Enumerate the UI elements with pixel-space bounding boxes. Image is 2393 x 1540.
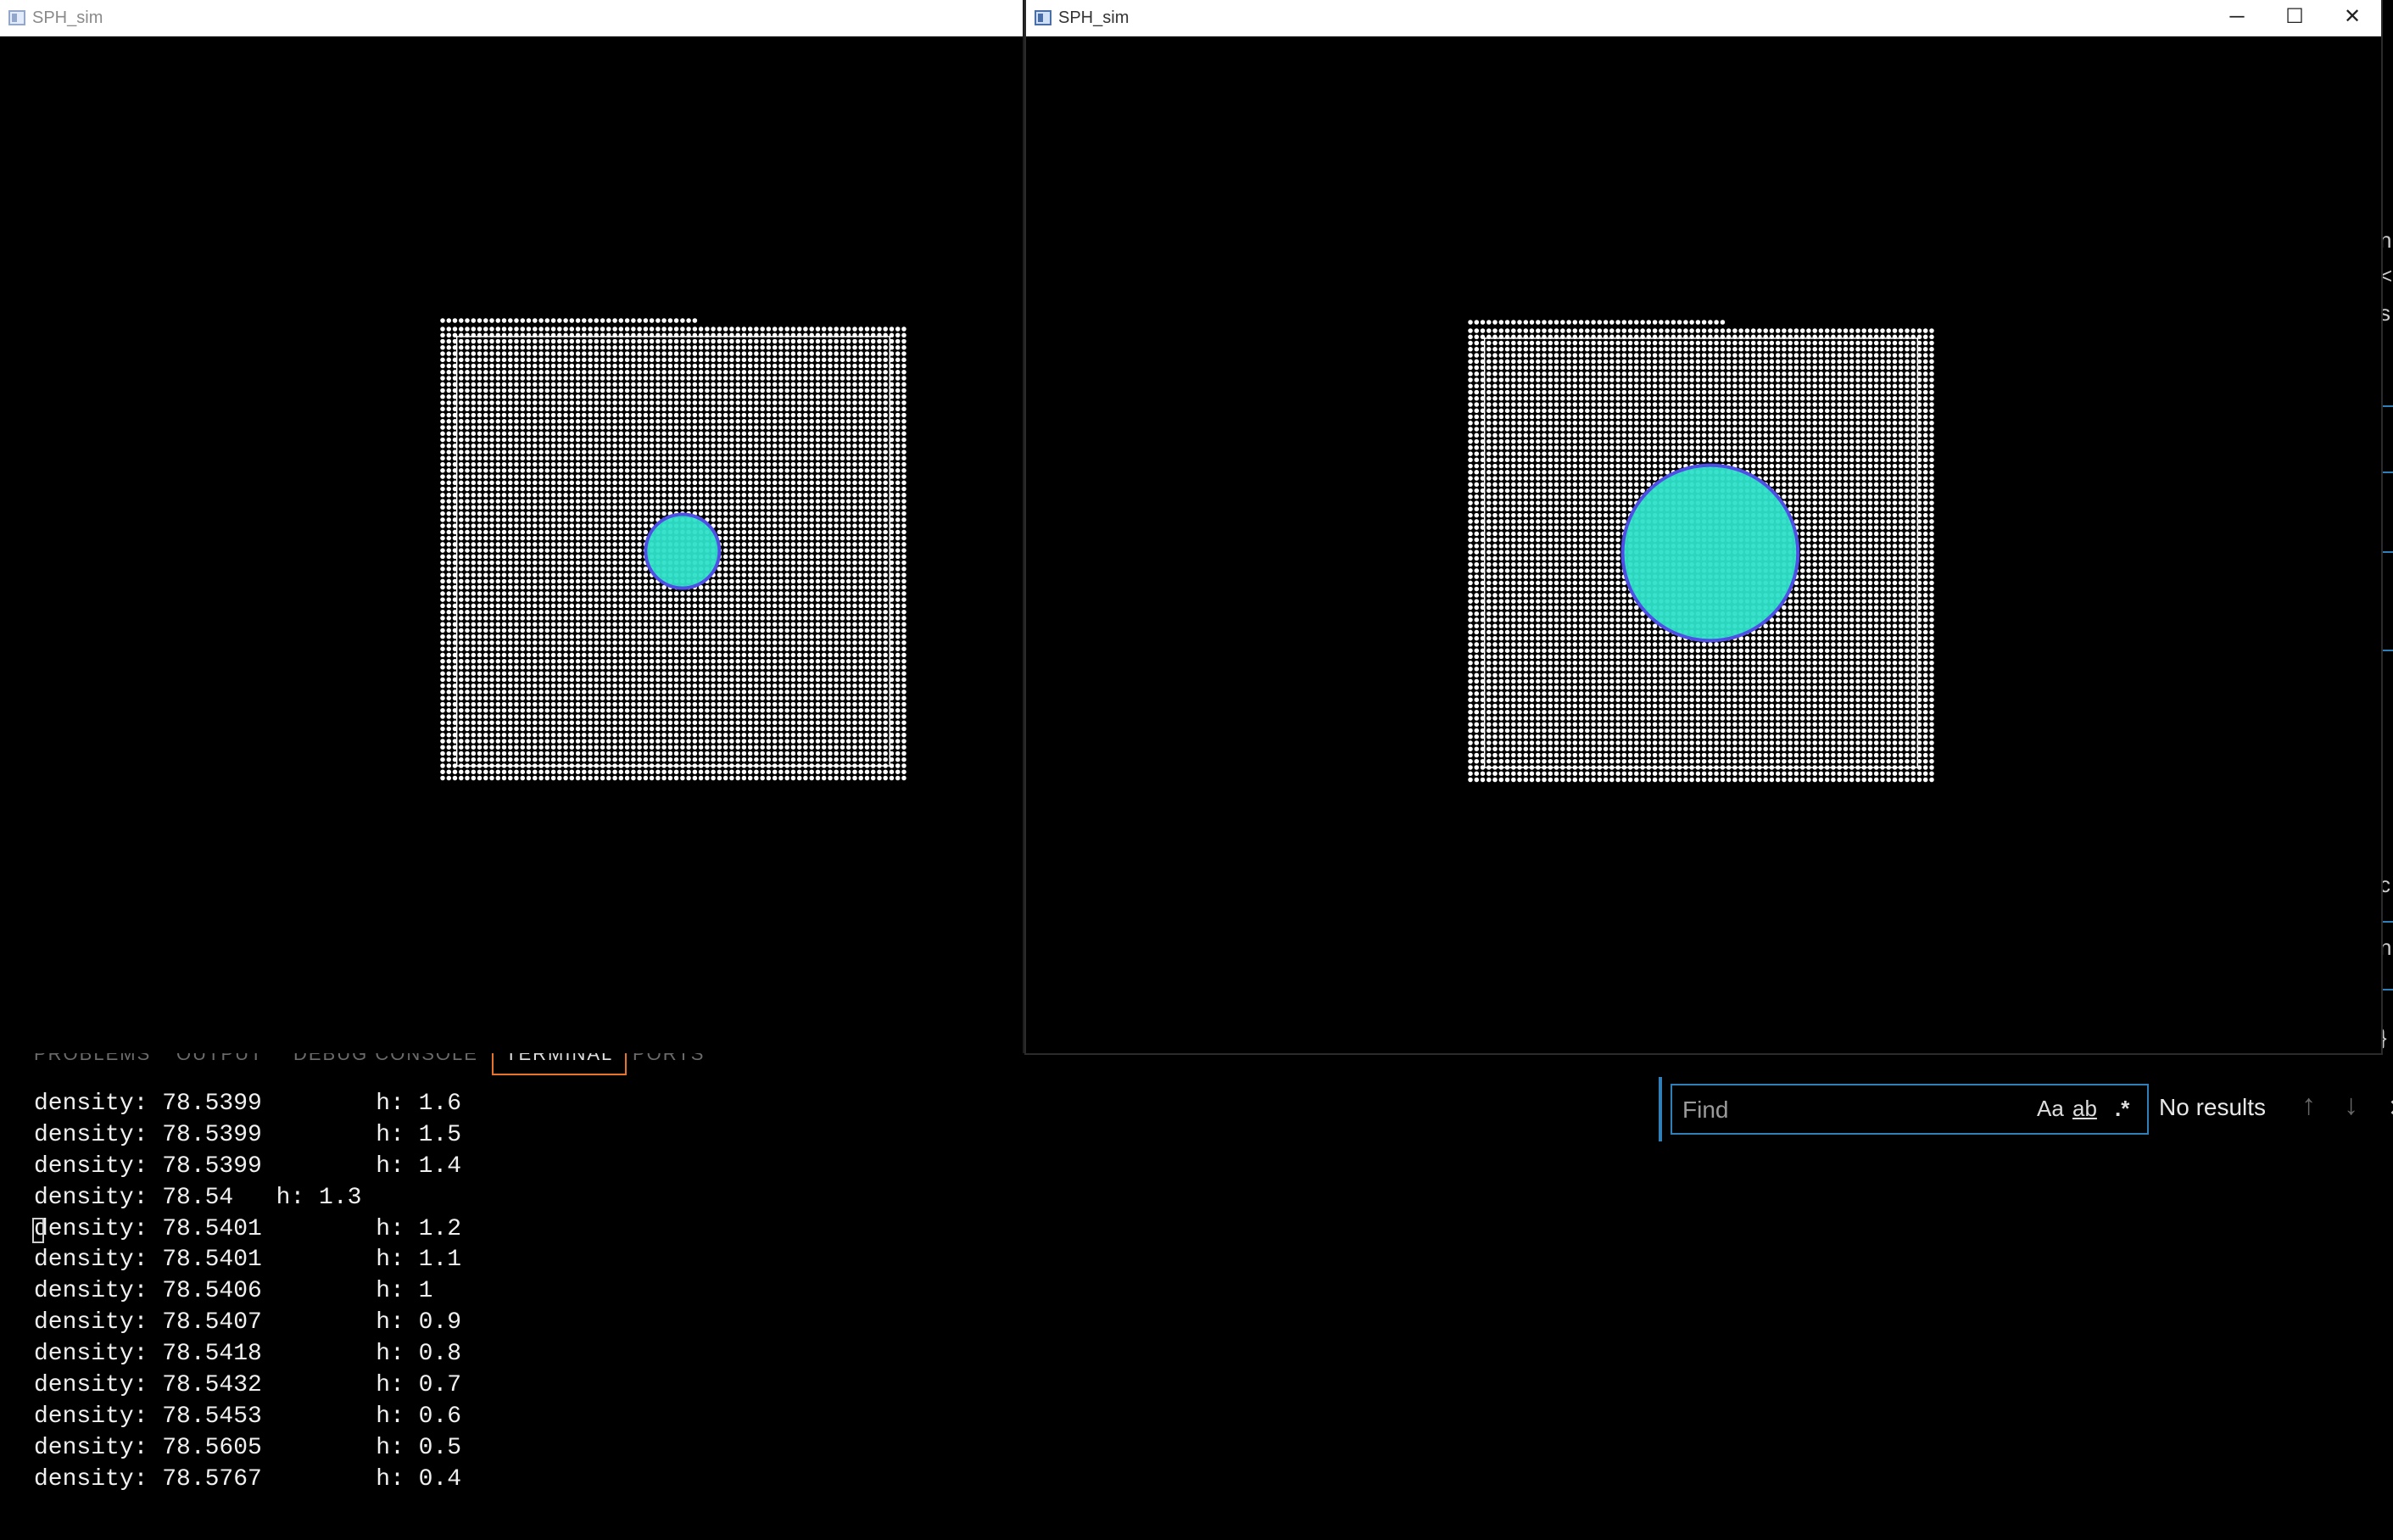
particle-canvas — [1468, 320, 1934, 783]
simulation-viewport[interactable] — [0, 36, 1023, 1053]
editor-peek-rule — [2383, 471, 2393, 473]
terminal-line: density: 78.5418 h: 0.8 — [34, 1341, 462, 1368]
smoothing-kernel-circle — [644, 512, 722, 590]
terminal-line: density: 78.5399 h: 1.4 — [34, 1152, 462, 1180]
editor-peek-rule — [2383, 989, 2393, 990]
terminal-output[interactable]: density: 78.5399 h: 1.6 density: 78.5399 … — [32, 1089, 462, 1496]
title-bar[interactable]: SPH_sim ─ ☐ ✕ — [1026, 0, 2381, 36]
app-icon — [8, 10, 25, 25]
title-bar[interactable]: SPH_sim — [0, 0, 1023, 36]
regex-icon[interactable]: .* — [2115, 1096, 2129, 1122]
simulation-viewport[interactable] — [1026, 36, 2381, 1053]
terminal-line: density: 78.5406 h: 1 — [34, 1278, 433, 1305]
terminal-line: density: 78.5605 h: 0.5 — [34, 1434, 462, 1461]
editor-peek-rule — [2383, 405, 2393, 407]
terminal-line: density: 78.5399 h: 1.6 — [34, 1091, 462, 1117]
close-button[interactable]: ✕ — [2323, 0, 2381, 36]
terminal-line: density: 78.5453 h: 0.6 — [34, 1403, 462, 1430]
match-case-icon[interactable]: Aa — [2037, 1096, 2064, 1122]
terminal-line: density: 78.5767 h: 0.4 — [34, 1465, 462, 1493]
app-icon — [1035, 10, 1051, 25]
editor-peek-rule — [2383, 551, 2393, 553]
smoothing-kernel-circle — [1620, 463, 1800, 643]
terminal-line: density: 78.5432 h: 0.7 — [34, 1372, 462, 1399]
whole-word-icon[interactable]: ab — [2072, 1096, 2097, 1122]
next-match-icon[interactable]: ↓ — [2344, 1089, 2358, 1122]
find-result-status: No results — [2159, 1094, 2267, 1120]
text-cursor — [32, 1217, 44, 1243]
terminal-line: density: 78.54 h: 1.3 — [34, 1184, 362, 1211]
terminal-line: density: 78.5407 h: 0.9 — [34, 1309, 462, 1336]
find-widget: Aa ab .* No results ↑ ↓ ✕ — [1659, 1077, 2393, 1141]
particle-canvas — [440, 318, 906, 781]
previous-match-icon[interactable]: ↑ — [2301, 1089, 2316, 1122]
terminal-line: density: 78.5399 h: 1.5 — [34, 1121, 462, 1148]
sph-sim-window-left[interactable]: SPH_sim — [0, 0, 1024, 1053]
editor-peek-rule — [2383, 921, 2393, 923]
minimize-button[interactable]: ─ — [2208, 0, 2266, 36]
sph-sim-window-right[interactable]: SPH_sim ─ ☐ ✕ — [1024, 0, 2383, 1055]
maximize-button[interactable]: ☐ — [2266, 0, 2323, 36]
close-find-icon[interactable]: ✕ — [2388, 1094, 2393, 1122]
window-title: SPH_sim — [1058, 8, 1130, 27]
find-input-box: Aa ab .* — [1671, 1084, 2149, 1135]
editor-peek-rule — [2383, 650, 2393, 651]
terminal-line: density: 78.5401 h: 1.1 — [34, 1247, 462, 1274]
window-title: SPH_sim — [32, 8, 103, 27]
find-input[interactable] — [1681, 1092, 2023, 1128]
terminal-line: density: 78.5401 h: 1.2 — [32, 1215, 462, 1243]
